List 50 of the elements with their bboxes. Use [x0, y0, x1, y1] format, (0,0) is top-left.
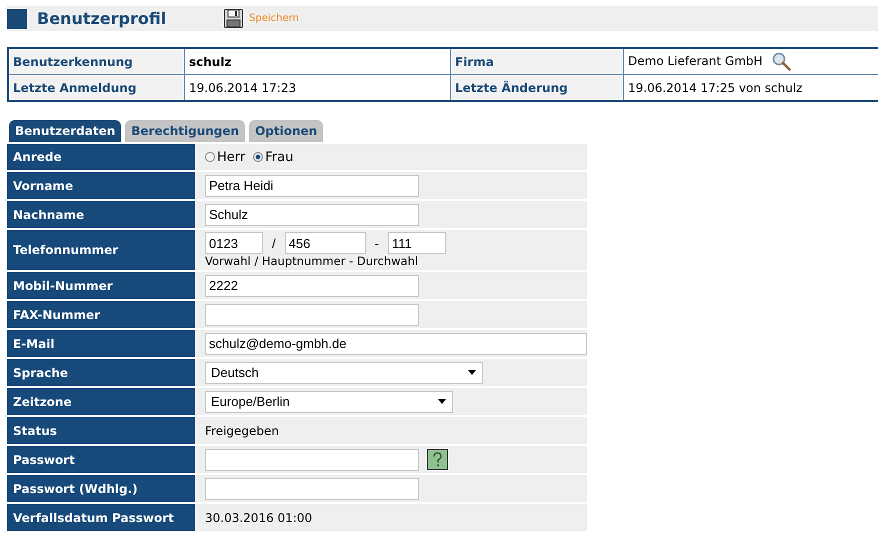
field-label: Letzte Änderung — [450, 74, 624, 101]
input-field[interactable]: 0123 — [205, 232, 263, 254]
field-label: Letzte Anmeldung — [8, 74, 184, 101]
form-label: Mobil-Nummer — [7, 272, 195, 299]
form-label: Anrede — [7, 144, 195, 170]
field-value: 30.03.2016 01:00 — [205, 510, 312, 524]
title-marker — [7, 8, 27, 28]
input-field[interactable]: 456 — [284, 232, 366, 254]
field-label: Benutzerkennung — [8, 48, 184, 74]
form-label: Status — [7, 417, 195, 444]
input-field[interactable]: 111 — [388, 232, 446, 254]
form-label: E-Mail — [7, 330, 195, 357]
field-value: 19.06.2014 17:25 von schulz — [628, 80, 802, 94]
radio-label[interactable]: Herr — [217, 150, 246, 164]
caret-icon — [468, 370, 476, 375]
form-label: Verfallsdatum Passwort — [7, 504, 195, 531]
password-field[interactable] — [205, 448, 419, 470]
page-title: Benutzerprofil — [37, 9, 168, 28]
field-value: schulz — [184, 48, 450, 74]
form-label: FAX-Nummer — [7, 301, 195, 328]
input-field[interactable]: 2222 — [205, 274, 419, 296]
form-label: Passwort — [7, 446, 195, 473]
field-label: Firma — [450, 48, 624, 74]
field-hint: Vorwahl / Hauptnummer - Durchwahl — [205, 254, 420, 268]
field-value: Demo Lieferant GmbH — [628, 54, 763, 68]
form-label: Passwort (Wdhlg.) — [7, 475, 195, 502]
form-label: Vorname — [7, 172, 195, 199]
dropdown[interactable]: Europe/Berlin — [205, 390, 453, 412]
tab[interactable]: Benutzerdaten — [9, 120, 122, 142]
dropdown[interactable]: Deutsch — [205, 362, 483, 384]
tab[interactable]: Optionen — [249, 120, 324, 142]
separator-text: - — [374, 236, 380, 250]
field-value: Freigegeben — [205, 424, 280, 438]
separator-text: / — [271, 236, 277, 250]
form-label: Nachname — [7, 201, 195, 228]
radio-button[interactable] — [205, 152, 215, 162]
input-field[interactable] — [205, 304, 419, 326]
input-field[interactable]: schulz@demo-gmbh.de — [205, 332, 587, 354]
input-field[interactable]: Petra Heidi — [205, 174, 419, 196]
tab[interactable]: Berechtigungen — [125, 120, 246, 142]
input-field[interactable]: Schulz — [205, 204, 419, 226]
form-label: Zeitzone — [7, 388, 195, 415]
password-field[interactable] — [205, 478, 419, 500]
caret-icon — [438, 399, 446, 404]
form-label: Telefonnummer — [7, 230, 195, 270]
search-icon[interactable] — [772, 52, 792, 71]
radio-button[interactable] — [253, 152, 264, 162]
help-icon[interactable] — [427, 449, 448, 470]
radio-label[interactable]: Frau — [265, 150, 294, 164]
form-label: Sprache — [7, 359, 195, 386]
